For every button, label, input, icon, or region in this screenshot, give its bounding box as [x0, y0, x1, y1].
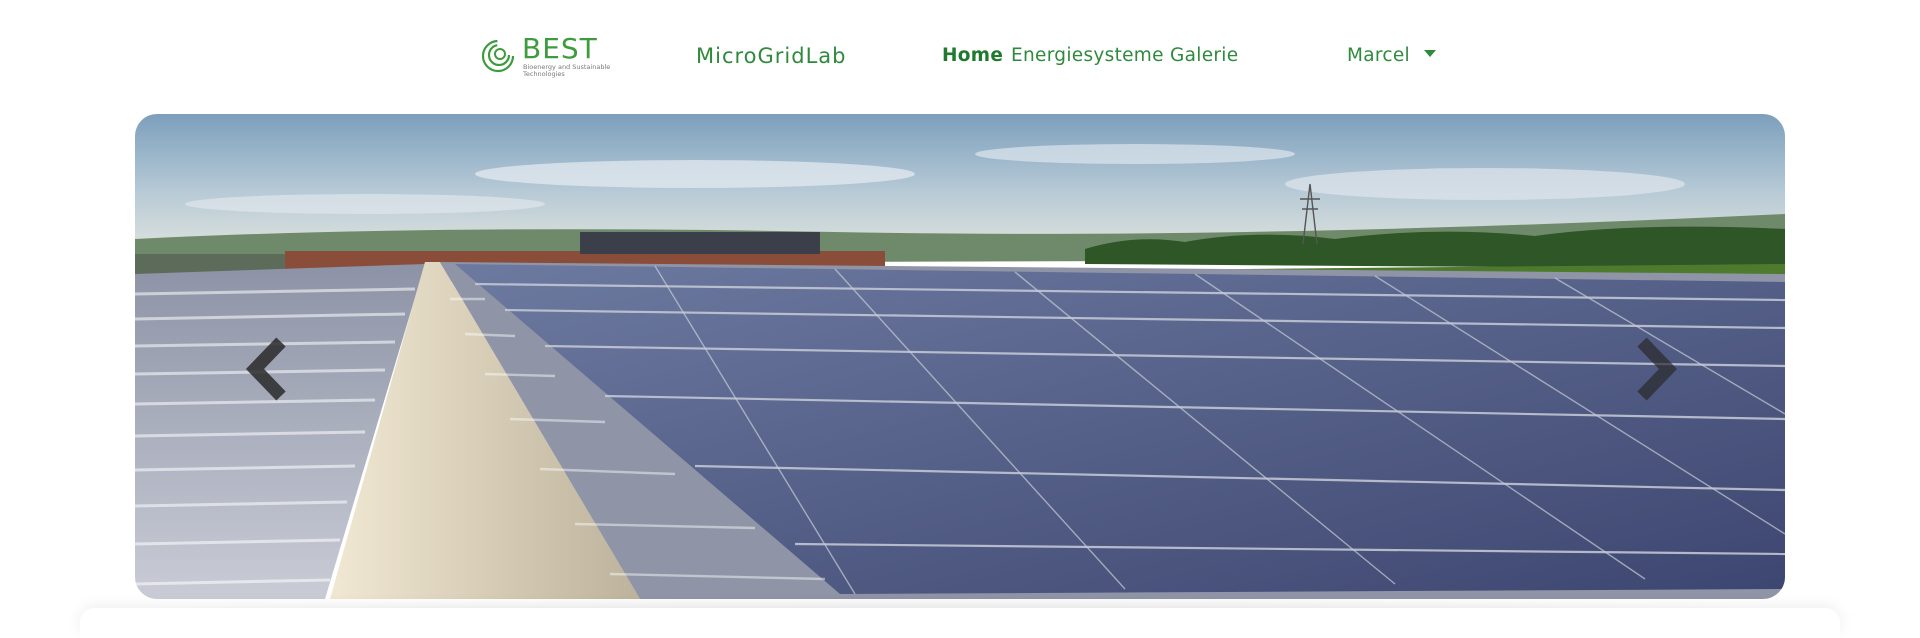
logo-swirl-icon — [481, 39, 515, 73]
navbar: BEST Bioenergy and Sustainable Technolog… — [0, 0, 1920, 110]
logo-subtitle: Bioenergy and Sustainable Technologies — [523, 63, 611, 78]
hero-carousel — [135, 114, 1785, 599]
chevron-right-icon — [1637, 337, 1678, 401]
carousel-next-button[interactable] — [1620, 324, 1690, 414]
solar-roof-image — [135, 114, 1785, 599]
carousel-prev-button[interactable] — [233, 324, 303, 414]
nav-link-home[interactable]: Home — [942, 45, 1003, 66]
nav-link-energiesysteme[interactable]: Energiesysteme — [1011, 45, 1164, 66]
best-logo[interactable]: BEST Bioenergy and Sustainable Technolog… — [480, 32, 611, 82]
user-menu-toggle[interactable]: Marcel — [1347, 45, 1410, 66]
brand-link[interactable]: MicroGridLab — [696, 44, 847, 68]
nav-link-galerie[interactable]: Galerie — [1170, 45, 1238, 66]
chevron-left-icon — [245, 337, 286, 401]
caret-down-icon[interactable] — [1424, 50, 1436, 57]
logo-title: BEST — [522, 32, 598, 65]
content-card — [80, 608, 1840, 638]
